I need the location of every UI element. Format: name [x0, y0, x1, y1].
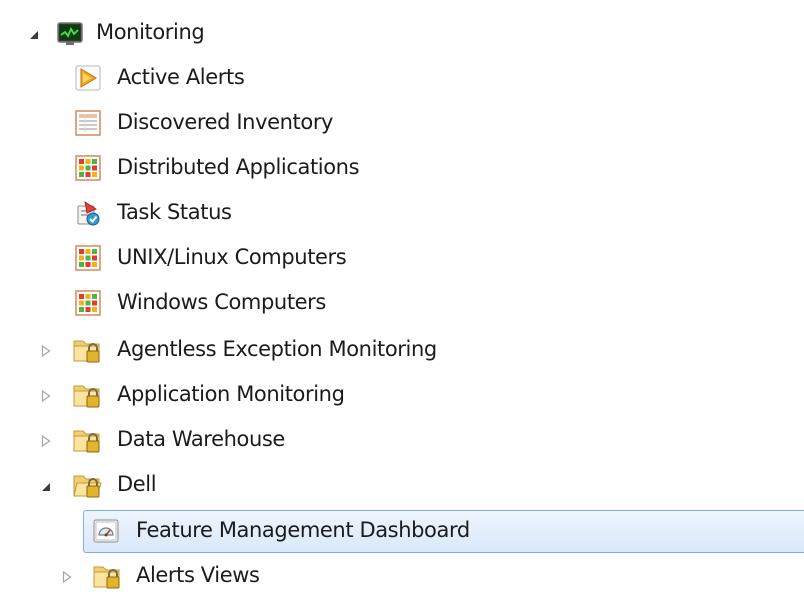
tree-node-label: Data Warehouse	[117, 427, 285, 451]
state-grid-icon	[75, 245, 101, 271]
inventory-grid-icon	[75, 110, 101, 136]
locked-folder-icon	[72, 335, 102, 365]
tree-node-label: Agentless Exception Monitoring	[117, 337, 437, 361]
dashboard-icon	[93, 518, 119, 544]
expand-arrow-icon[interactable]	[39, 434, 53, 448]
tree-node-label: Feature Management Dashboard	[136, 518, 470, 542]
collapse-arrow-icon[interactable]	[27, 28, 41, 42]
tree-node-unix-linux-computers[interactable]: UNIX/Linux Computers	[0, 237, 804, 282]
tree-node-label: Dell	[117, 472, 157, 496]
locked-folder-icon	[92, 561, 122, 591]
expand-arrow-icon[interactable]	[39, 389, 53, 403]
tree-node-label: Distributed Applications	[117, 155, 360, 179]
state-grid-icon	[75, 290, 101, 316]
state-grid-icon	[75, 155, 101, 181]
monitoring-tree: Monitoring Active Alerts Discovered Inve…	[0, 0, 804, 598]
tree-node-discovered-inventory[interactable]: Discovered Inventory	[0, 102, 804, 147]
tree-node-feature-management-dashboard[interactable]: Feature Management Dashboard	[0, 509, 804, 554]
tree-node-label: Task Status	[117, 200, 232, 224]
tree-node-monitoring[interactable]: Monitoring	[0, 12, 804, 57]
tree-node-label: Application Monitoring	[117, 382, 345, 406]
tree-node-label: Discovered Inventory	[117, 110, 334, 134]
tree-node-label: Active Alerts	[117, 65, 245, 89]
tree-node-agentless-exception-monitoring[interactable]: Agentless Exception Monitoring	[0, 329, 804, 374]
tree-node-dell[interactable]: Dell	[0, 464, 804, 509]
tree-node-alerts-views[interactable]: Alerts Views	[0, 554, 804, 598]
collapse-arrow-icon[interactable]	[39, 480, 53, 494]
tree-node-data-warehouse[interactable]: Data Warehouse	[0, 419, 804, 464]
tree-node-active-alerts[interactable]: Active Alerts	[0, 57, 804, 102]
tree-node-label: Monitoring	[96, 20, 205, 44]
tree-node-label: Alerts Views	[136, 563, 260, 587]
tree-node-windows-computers[interactable]: Windows Computers	[0, 282, 804, 327]
task-status-icon	[75, 200, 101, 226]
alert-icon	[75, 65, 101, 91]
open-locked-folder-icon	[72, 470, 102, 500]
tree-node-label: UNIX/Linux Computers	[117, 245, 347, 269]
tree-node-distributed-applications[interactable]: Distributed Applications	[0, 147, 804, 192]
tree-node-label: Windows Computers	[117, 290, 326, 314]
locked-folder-icon	[72, 380, 102, 410]
expand-arrow-icon[interactable]	[39, 344, 53, 358]
monitor-icon	[57, 21, 83, 47]
locked-folder-icon	[72, 425, 102, 455]
tree-node-task-status[interactable]: Task Status	[0, 192, 804, 237]
tree-node-application-monitoring[interactable]: Application Monitoring	[0, 374, 804, 419]
expand-arrow-icon[interactable]	[60, 570, 74, 584]
